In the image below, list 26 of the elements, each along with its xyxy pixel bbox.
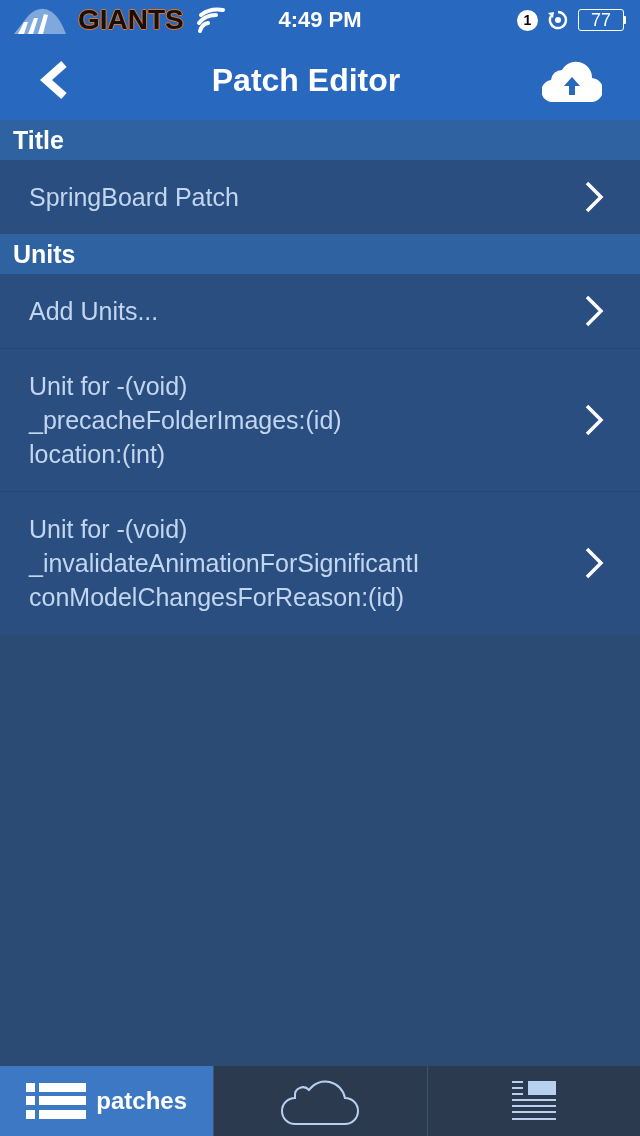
rotation-lock-icon bbox=[548, 10, 568, 30]
chevron-right-icon bbox=[584, 294, 604, 328]
row-label: SpringBoard Patch bbox=[29, 182, 239, 213]
row-label: Unit for -(void) _invalidateAnimationForSignificantI conModelChangesForReason:(id) bbox=[29, 514, 420, 613]
list-row[interactable]: Unit for -(void) _invalidateAnimationForSignificantI conModelChangesForReason:(id) bbox=[0, 492, 640, 634]
wifi-icon bbox=[195, 7, 226, 33]
list-row[interactable]: Add Units... bbox=[0, 274, 640, 349]
list-row[interactable]: SpringBoard Patch bbox=[0, 160, 640, 234]
battery-indicator: 77 bbox=[578, 9, 626, 31]
list-row[interactable]: Unit for -(void) _precacheFolderImages:(id) location:(int) bbox=[0, 349, 640, 492]
tab-label: patches bbox=[96, 1087, 187, 1115]
row-label: Unit for -(void) _precacheFolderImages:(id) location:(int) bbox=[29, 371, 342, 470]
chevron-right-icon bbox=[584, 180, 604, 214]
screen-title: Patch Editor bbox=[211, 61, 401, 99]
signal-icon bbox=[14, 6, 66, 34]
carrier-logo: GIANTS bbox=[78, 5, 184, 35]
status-time: 4:49 PM bbox=[278, 7, 362, 33]
article-icon bbox=[511, 1081, 556, 1121]
chevron-right-icon bbox=[584, 403, 604, 437]
list-icon bbox=[26, 1083, 87, 1119]
row-label: Add Units... bbox=[29, 296, 159, 327]
notification-badge: 1 bbox=[517, 9, 538, 31]
section-header: Title bbox=[0, 120, 640, 160]
chevron-right-icon bbox=[584, 546, 604, 580]
tab[interactable]: patches bbox=[0, 1066, 214, 1136]
section-header: Units bbox=[0, 234, 640, 274]
